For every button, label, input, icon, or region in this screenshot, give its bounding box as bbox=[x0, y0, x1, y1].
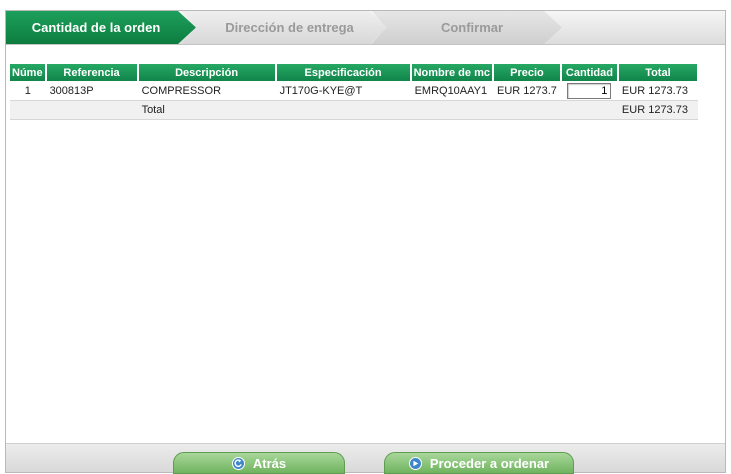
back-arrow-icon bbox=[231, 456, 245, 470]
back-button-label: Atrás bbox=[252, 455, 287, 471]
step-progress-bar: Cantidad de la orden Confirmar Dirección… bbox=[6, 11, 725, 45]
proceed-to-order-button[interactable]: Proceder a ordenar bbox=[384, 452, 574, 474]
cell-reference: 300813P bbox=[49, 84, 94, 97]
order-table: Núme Referencia Descripción Especificaci… bbox=[10, 64, 699, 120]
order-panel: Cantidad de la orden Confirmar Dirección… bbox=[5, 10, 726, 474]
cell-description: COMPRESSOR bbox=[141, 84, 222, 97]
empty-cell bbox=[10, 100, 46, 120]
step-delivery-address[interactable]: Dirección de entrega bbox=[182, 11, 387, 44]
quantity-input[interactable] bbox=[567, 82, 612, 99]
step-order-quantity[interactable]: Cantidad de la orden bbox=[6, 11, 196, 44]
cell-number: 1 bbox=[24, 84, 31, 97]
back-button[interactable]: Atrás bbox=[173, 452, 345, 474]
table-header-row: Núme Referencia Descripción Especificaci… bbox=[10, 64, 699, 81]
step-confirm[interactable]: Confirmar bbox=[372, 11, 562, 44]
total-value: EUR 1273.73 bbox=[617, 100, 698, 120]
step-label: Cantidad de la orden bbox=[31, 20, 161, 35]
column-header-reference: Referencia bbox=[45, 64, 139, 81]
play-arrow-icon bbox=[408, 456, 422, 470]
empty-cell bbox=[45, 100, 138, 120]
empty-cell bbox=[410, 100, 493, 120]
cell-price: EUR 1273.7 bbox=[496, 84, 557, 97]
total-label: Total bbox=[137, 100, 276, 120]
empty-cell bbox=[560, 100, 618, 120]
step-label: Confirmar bbox=[440, 20, 504, 35]
table-row: 1 300813P COMPRESSOR JT170G-KYE@T EMRQ10… bbox=[10, 81, 698, 101]
bottom-action-bar: Atrás Proceder a ordenar bbox=[6, 443, 725, 474]
cell-quantity bbox=[561, 81, 618, 101]
column-header-total: Total bbox=[617, 64, 699, 81]
cell-model: EMRQ10AAY1 bbox=[414, 84, 488, 97]
column-header-description: Descripción bbox=[137, 64, 277, 81]
empty-cell bbox=[275, 100, 411, 120]
step-label: Dirección de entrega bbox=[225, 20, 354, 35]
empty-cell bbox=[492, 100, 561, 120]
column-header-number: Núme bbox=[10, 64, 47, 81]
table-total-row: Total EUR 1273.73 bbox=[10, 100, 698, 120]
proceed-button-label: Proceder a ordenar bbox=[429, 455, 550, 471]
column-header-model: Nombre de mc bbox=[410, 64, 494, 81]
column-header-quantity: Cantidad bbox=[560, 64, 619, 81]
cell-specification: JT170G-KYE@T bbox=[279, 84, 363, 97]
column-header-price: Precio bbox=[492, 64, 562, 81]
cell-total: EUR 1273.73 bbox=[621, 84, 688, 97]
column-header-specification: Especificación bbox=[275, 64, 412, 81]
